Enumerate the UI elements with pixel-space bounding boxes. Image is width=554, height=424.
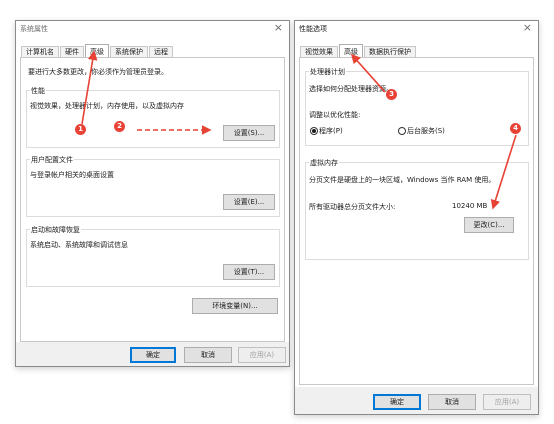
window-title: 系统属性: [20, 25, 48, 33]
admin-note: 要进行大多数更改，你必须作为管理员登录。: [28, 68, 168, 76]
tab-panel: 要进行大多数更改，你必须作为管理员登录。 性能 视觉效果，处理器计划，内存使用，…: [20, 57, 285, 342]
cancel-button[interactable]: 取消: [428, 394, 476, 410]
startup-recovery-group: 启动和故障恢复 系统启动、系统故障和调试信息 设置(T)...: [26, 225, 280, 287]
user-profiles-title: 用户配置文件: [30, 155, 74, 165]
ok-button[interactable]: 确定: [373, 394, 421, 410]
tab-panel: 处理器计划 选择如何分配处理器资源。 调整以优化性能: 程序(P) 后台服务(S…: [299, 57, 534, 385]
change-virtual-memory-button[interactable]: 更改(C)...: [464, 217, 514, 233]
user-profiles-desc: 与登录帐户相关的桌面设置: [30, 171, 114, 179]
performance-options-window: 性能选项 × 视觉效果 高级 数据执行保护 处理器计划 选择如何分配处理器资源。…: [294, 20, 539, 415]
user-profiles-settings-button[interactable]: 设置(E)...: [223, 194, 275, 210]
startup-recovery-settings-button[interactable]: 设置(T)...: [223, 264, 275, 280]
performance-group: 性能 视觉效果，处理器计划，内存使用，以及虚拟内存 设置(S)...: [26, 86, 280, 148]
processor-scheduling-group: 处理器计划 选择如何分配处理器资源。 调整以优化性能: 程序(P) 后台服务(S…: [305, 67, 529, 146]
programs-radio[interactable]: [310, 127, 318, 135]
background-services-radio[interactable]: [398, 127, 406, 135]
performance-settings-button[interactable]: 设置(S)...: [223, 125, 275, 141]
virtual-memory-group: 虚拟内存 分页文件是硬盘上的一块区域，Windows 当作 RAM 使用。 所有…: [305, 158, 529, 260]
apply-button[interactable]: 应用(A): [238, 347, 286, 363]
title-bar: 系统属性 ×: [16, 21, 289, 37]
title-bar: 性能选项 ×: [295, 21, 538, 37]
performance-desc: 视觉效果，处理器计划，内存使用，以及虚拟内存: [30, 102, 184, 110]
step-badge-4: 4: [510, 123, 521, 134]
tab-strip: 计算机名 硬件 高级 系统保护 远程: [21, 43, 174, 59]
total-paging-label: 所有驱动器总分页文件大小:: [309, 203, 396, 211]
close-icon[interactable]: ×: [274, 22, 283, 34]
ok-button[interactable]: 确定: [130, 347, 176, 363]
radio-selected-dot: [312, 129, 316, 133]
total-paging-value: 10240 MB: [452, 202, 488, 210]
processor-scheduling-title: 处理器计划: [309, 67, 346, 77]
environment-variables-button[interactable]: 环境变量(N)...: [192, 298, 278, 314]
step-badge-3: 3: [386, 89, 397, 100]
dialog-footer: 确定 取消 应用(A): [295, 387, 538, 414]
system-properties-window: 系统属性 × 计算机名 硬件 高级 系统保护 远程 要进行大多数更改，你必须作为…: [15, 20, 290, 367]
cancel-button[interactable]: 取消: [184, 347, 232, 363]
virtual-memory-desc: 分页文件是硬盘上的一块区域，Windows 当作 RAM 使用。: [309, 176, 496, 184]
tab-strip: 视觉效果 高级 数据执行保护: [300, 43, 417, 59]
startup-recovery-desc: 系统启动、系统故障和调试信息: [30, 241, 128, 249]
adjust-for-label: 调整以优化性能:: [309, 111, 361, 119]
close-icon[interactable]: ×: [523, 22, 532, 34]
processor-scheduling-desc: 选择如何分配处理器资源。: [309, 85, 393, 93]
apply-button[interactable]: 应用(A): [483, 394, 531, 410]
performance-title: 性能: [30, 86, 46, 96]
user-profiles-group: 用户配置文件 与登录帐户相关的桌面设置 设置(E)...: [26, 155, 280, 217]
step-badge-1: 1: [75, 124, 86, 135]
background-services-radio-label: 后台服务(S): [407, 127, 445, 135]
step-badge-2: 2: [114, 121, 125, 132]
dialog-footer: 确定 取消 应用(A): [16, 342, 289, 366]
startup-recovery-title: 启动和故障恢复: [30, 225, 81, 235]
window-title: 性能选项: [299, 25, 327, 33]
virtual-memory-title: 虚拟内存: [309, 158, 339, 168]
programs-radio-label: 程序(P): [319, 127, 343, 135]
